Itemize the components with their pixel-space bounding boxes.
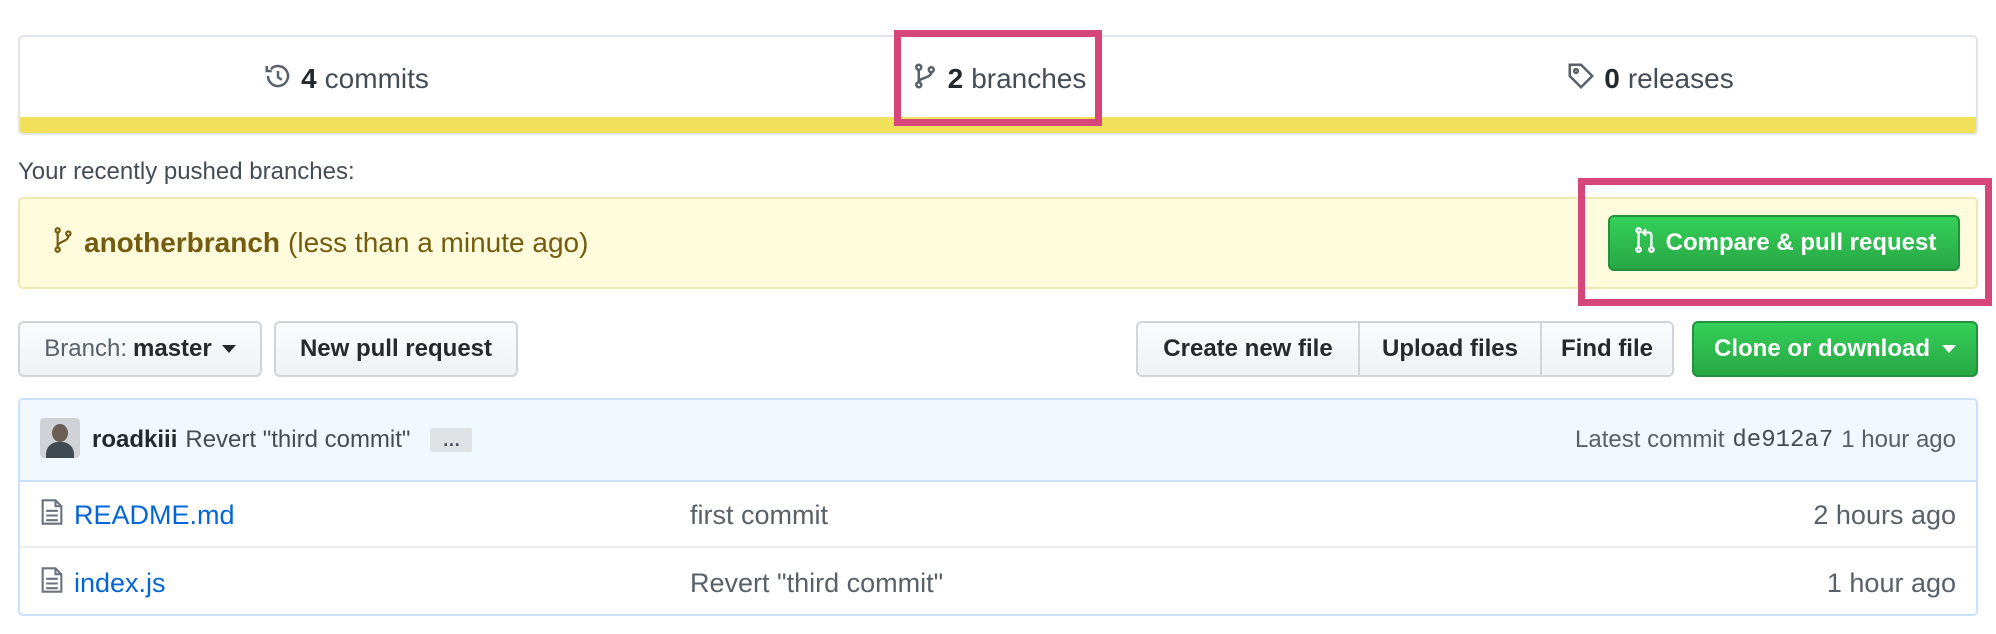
- create-new-file-button[interactable]: Create new file: [1138, 323, 1358, 375]
- file-commit-message[interactable]: first commit: [690, 482, 828, 548]
- recent-push-info: anotherbranch (less than a minute ago): [50, 199, 588, 287]
- recent-push-time: (less than a minute ago): [288, 227, 589, 258]
- branch-prefix: Branch:: [44, 335, 127, 362]
- branches-stat[interactable]: 2 branches: [672, 37, 1324, 121]
- branch-current: master: [133, 335, 212, 362]
- pull-request-icon: [1632, 225, 1658, 262]
- releases-stat[interactable]: 0 releases: [1324, 37, 1976, 121]
- latest-commit-row: roadkiii Revert "third commit" … Latest …: [20, 400, 1976, 482]
- repo-summary: 4 commits 2 branches 0 releases: [18, 35, 1978, 135]
- table-row: README.md first commit 2 hours ago: [20, 482, 1976, 548]
- clone-download-label: Clone or download: [1714, 335, 1930, 362]
- summary-stats: 4 commits 2 branches 0 releases: [20, 37, 1976, 121]
- upload-files-button[interactable]: Upload files: [1358, 323, 1540, 375]
- git-branch-icon: [50, 225, 76, 262]
- clone-download-button[interactable]: Clone or download: [1692, 321, 1978, 377]
- file-link[interactable]: index.js: [74, 568, 166, 599]
- tag-icon: [1566, 61, 1596, 98]
- commit-sha[interactable]: de912a7: [1732, 427, 1833, 454]
- releases-label: releases: [1627, 63, 1734, 94]
- avatar-body: [46, 442, 74, 458]
- latest-commit-label: Latest commit: [1575, 426, 1725, 453]
- commits-label: commits: [324, 63, 429, 94]
- file-icon: [40, 498, 64, 533]
- caret-down-icon: [1942, 345, 1956, 353]
- recent-branch-name[interactable]: anotherbranch: [84, 227, 280, 259]
- avatar-head: [52, 424, 68, 442]
- commit-age: 1 hour ago: [1841, 426, 1956, 453]
- releases-count: 0: [1604, 63, 1620, 94]
- file-table: roadkiii Revert "third commit" … Latest …: [18, 398, 1978, 616]
- history-icon: [263, 61, 293, 98]
- commit-expand-button[interactable]: …: [430, 428, 473, 452]
- table-row: index.js Revert "third commit" 1 hour ag…: [20, 550, 1976, 614]
- compare-pull-request-button[interactable]: Compare & pull request: [1608, 215, 1960, 271]
- commit-message[interactable]: Revert "third commit": [185, 426, 410, 454]
- file-actions-group: Create new file Upload files Find file: [1136, 321, 1674, 377]
- branches-count: 2: [947, 63, 964, 94]
- find-file-button[interactable]: Find file: [1540, 323, 1672, 375]
- branch-select-button[interactable]: Branch: master: [18, 321, 262, 377]
- file-link[interactable]: README.md: [74, 500, 235, 531]
- file-name-cell: README.md: [40, 482, 235, 548]
- file-icon: [40, 566, 64, 601]
- commits-stat[interactable]: 4 commits: [20, 37, 672, 121]
- file-age: 1 hour ago: [1826, 567, 1956, 598]
- commit-meta: Latest commit de912a7 1 hour ago: [1575, 400, 1956, 480]
- new-pull-request-button[interactable]: New pull request: [274, 321, 518, 377]
- commits-count: 4: [301, 63, 317, 94]
- commit-summary: roadkiii Revert "third commit" …: [92, 400, 473, 480]
- caret-down-icon: [221, 345, 236, 353]
- compare-pull-request-label: Compare & pull request: [1665, 229, 1937, 256]
- avatar[interactable]: [40, 418, 80, 458]
- file-commit-message[interactable]: Revert "third commit": [690, 550, 943, 614]
- git-branch-icon: [910, 61, 940, 98]
- file-name-cell: index.js: [40, 550, 166, 614]
- commit-author[interactable]: roadkiii: [92, 426, 177, 454]
- recent-pushes-label: Your recently pushed branches:: [18, 158, 355, 185]
- branches-label: branches: [971, 63, 1087, 94]
- file-age: 2 hours ago: [1813, 499, 1956, 530]
- language-bar[interactable]: [20, 117, 1976, 133]
